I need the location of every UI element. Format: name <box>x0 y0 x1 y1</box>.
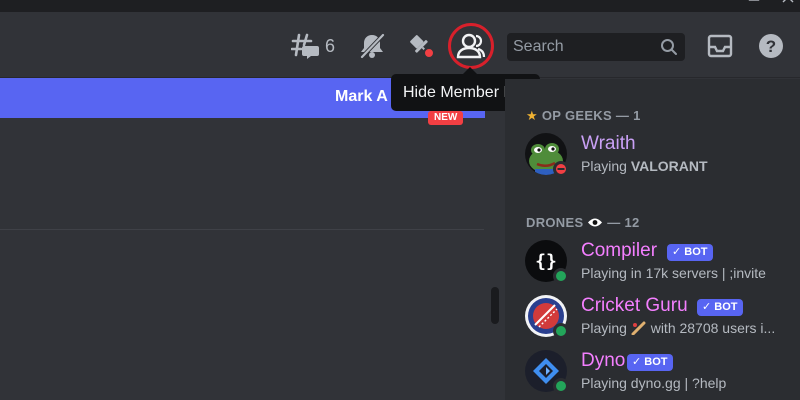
member-group-header: ★ OP GEEKS — 1 <box>526 108 641 124</box>
svg-text:?: ? <box>766 37 776 56</box>
search-icon <box>660 38 678 61</box>
close-icon[interactable] <box>780 0 796 10</box>
member-activity: Playing with 28708 users i... <box>581 320 776 336</box>
status-online-icon <box>553 323 569 339</box>
member-group-header: DRONES — 12 <box>526 215 640 230</box>
message-divider <box>0 229 484 230</box>
member-list: ★ OP GEEKS — 1 Wraith Playing VALORANT D… <box>505 79 800 400</box>
member-name: Dyno <box>581 350 626 371</box>
status-online-icon <box>553 378 569 394</box>
mute-button[interactable] <box>358 32 386 60</box>
help-button[interactable]: ? <box>757 32 785 60</box>
member-name: Wraith <box>581 133 636 154</box>
mark-as-read-label: Mark A <box>335 88 388 105</box>
pinned-messages-button[interactable] <box>407 32 437 60</box>
chat-area: Mark A NEW <box>0 78 500 400</box>
member-item-dyno[interactable]: Dyno ✓ BOT Playing dyno.gg | ?help <box>525 350 795 398</box>
threads-button[interactable]: 6 <box>291 32 335 60</box>
svg-text:{}: {} <box>535 251 557 272</box>
inbox-button[interactable] <box>707 32 733 60</box>
maximize-icon[interactable] <box>746 0 762 10</box>
tooltip-arrow <box>463 67 477 74</box>
pin-icon <box>410 35 435 59</box>
window-titlebar <box>0 0 800 12</box>
member-name: Cricket Guru <box>581 295 688 316</box>
member-item-compiler[interactable]: {} Compiler ✓ BOT Playing in 17k servers… <box>525 240 795 288</box>
star-icon: ★ <box>526 108 538 123</box>
member-item-wraith[interactable]: Wraith Playing VALORANT <box>525 133 795 181</box>
minimize-icon[interactable] <box>712 0 728 10</box>
group-label: DRONES <box>526 215 584 230</box>
search-input[interactable]: Search <box>507 33 685 61</box>
bot-badge: ✓ BOT <box>627 354 673 371</box>
group-label: OP GEEKS — 1 <box>541 108 641 123</box>
chat-scrollbar[interactable] <box>491 287 499 324</box>
bot-badge: ✓ BOT <box>667 244 713 261</box>
members-icon <box>456 33 486 59</box>
help-icon: ? <box>759 34 783 58</box>
group-count: — 12 <box>607 215 640 230</box>
cricket-bat-icon <box>631 320 647 336</box>
bot-badge: ✓ BOT <box>697 299 743 316</box>
member-activity: Playing dyno.gg | ?help <box>581 375 727 391</box>
member-name: Compiler <box>581 240 658 261</box>
member-list-toggle-button[interactable] <box>456 32 486 60</box>
new-badge: NEW <box>428 111 464 125</box>
member-item-cricket-guru[interactable]: Cricket Guru ✓ BOT Playing with 28708 us… <box>525 295 795 343</box>
eye-icon <box>587 215 607 230</box>
status-online-icon <box>553 268 569 284</box>
threads-icon <box>291 33 319 59</box>
member-activity: Playing in 17k servers | ;invite <box>581 265 766 281</box>
search-placeholder: Search <box>513 38 564 55</box>
status-dnd-icon <box>553 161 569 177</box>
bell-slash-icon <box>360 33 385 59</box>
member-activity: Playing VALORANT <box>581 158 708 174</box>
inbox-icon <box>707 34 733 58</box>
threads-count: 6 <box>325 35 336 56</box>
